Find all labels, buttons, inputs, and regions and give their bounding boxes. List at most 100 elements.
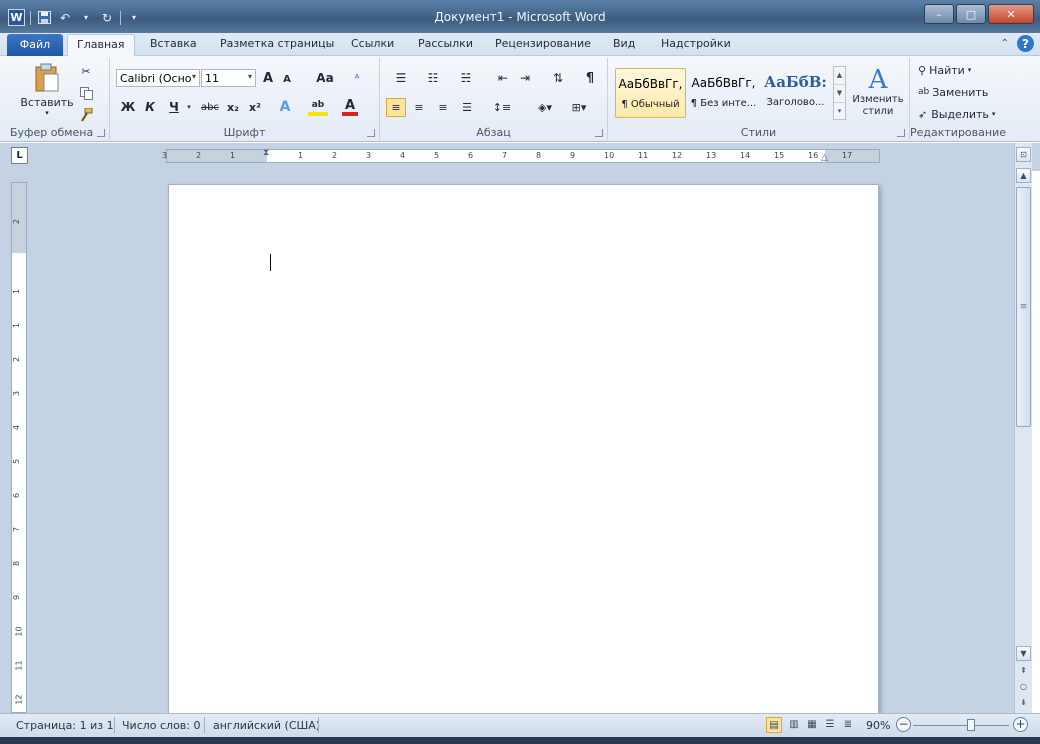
print-layout-icon[interactable]: ▤ [766, 717, 782, 733]
zoom-out-button[interactable]: − [896, 717, 911, 732]
tab-addins[interactable]: Надстройки [661, 37, 731, 50]
font-name-combo[interactable]: Calibri (Осно ▾ [116, 69, 200, 87]
previous-page-icon[interactable]: ⇞ [1016, 664, 1031, 679]
style-preview: АаБбВвГг, [618, 77, 683, 91]
status-language[interactable]: английский (США) [213, 719, 320, 732]
change-styles-button[interactable]: A Изменить стили [850, 60, 906, 124]
tab-page-layout[interactable]: Разметка страницы [220, 37, 334, 50]
scroll-up-icon[interactable]: ▲ [1016, 168, 1031, 183]
tab-references[interactable]: Ссылки [351, 37, 394, 50]
select-button[interactable]: ➶ Выделить ▾ [918, 105, 995, 123]
group-font: Calibri (Осно ▾ 11 ▾ A A Aa ᴬ Ж К Ч ▾ ab… [110, 58, 380, 140]
multilevel-list-icon[interactable]: ☵ [452, 69, 480, 87]
shrink-font-button[interactable]: A [280, 71, 294, 87]
clipboard-launcher-icon[interactable] [97, 129, 105, 137]
gallery-more-icon[interactable]: ▾ [834, 103, 845, 121]
style-normal[interactable]: АаБбВвГг, ¶ Обычный [615, 68, 686, 118]
minimize-ribbon-icon[interactable]: ⌃ [1001, 38, 1009, 49]
web-layout-icon[interactable]: ▦ [804, 717, 820, 733]
underline-button[interactable]: Ч [166, 98, 182, 116]
change-case-button[interactable]: Aa [314, 69, 336, 87]
maximize-button[interactable]: □ [956, 4, 986, 24]
tab-insert[interactable]: Вставка [150, 37, 197, 50]
draft-icon[interactable]: ≣ [840, 717, 856, 733]
paste-button[interactable]: Вставить ▾ [20, 60, 74, 120]
zoom-level[interactable]: 90% [866, 719, 890, 732]
gallery-up-icon[interactable]: ▲ [834, 67, 845, 85]
next-page-icon[interactable]: ⇟ [1016, 696, 1031, 711]
grow-font-button[interactable]: A [260, 69, 276, 87]
scroll-down-icon[interactable]: ▼ [1016, 646, 1031, 661]
bullets-icon[interactable]: ☰ [388, 69, 414, 87]
tab-file[interactable]: Файл [7, 34, 63, 56]
close-button[interactable]: ✕ [988, 4, 1034, 24]
find-button[interactable]: ⚲ Найти ▾ [918, 61, 971, 79]
outline-icon[interactable]: ☰ [822, 717, 838, 733]
zoom-in-button[interactable]: + [1013, 717, 1028, 732]
format-painter-icon[interactable] [77, 106, 95, 124]
cut-icon[interactable]: ✂ [77, 62, 95, 80]
status-bar: Страница: 1 из 1 Число слов: 0 английски… [0, 713, 1040, 737]
gallery-down-icon[interactable]: ▼ [834, 85, 845, 103]
style-name: Заголово... [766, 97, 825, 108]
clear-formatting-button[interactable]: ᴬ [346, 69, 368, 87]
style-heading-1[interactable]: АаБбВ: Заголово... [760, 68, 831, 118]
indent-marker-icon[interactable]: ⧗ [263, 148, 269, 158]
document-page[interactable] [168, 184, 879, 713]
replace-button[interactable]: ab Заменить [918, 83, 988, 101]
italic-button[interactable]: К [142, 98, 158, 116]
vertical-ruler[interactable]: 2112345678910111213 [11, 182, 27, 713]
line-spacing-icon[interactable]: ↕≡ [488, 98, 516, 117]
paragraph-launcher-icon[interactable] [595, 129, 603, 137]
superscript-button[interactable]: x² [246, 98, 264, 116]
bold-button[interactable]: Ж [120, 98, 136, 116]
strikethrough-button[interactable]: abc [200, 98, 220, 116]
justify-icon[interactable]: ☰ [458, 98, 476, 117]
ruler-number: 2 [332, 151, 338, 160]
text-effects-button[interactable]: A [276, 98, 294, 116]
zoom-slider-thumb[interactable] [966, 719, 975, 731]
font-launcher-icon[interactable] [367, 129, 375, 137]
underline-dropdown-icon[interactable]: ▾ [184, 98, 194, 116]
increase-indent-icon[interactable]: ⇥ [516, 69, 534, 87]
tab-home[interactable]: Главная [67, 34, 135, 57]
borders-icon[interactable]: ⊞▾ [564, 98, 594, 117]
tab-review[interactable]: Рецензирование [495, 37, 591, 50]
ruler-number: 9 [570, 151, 576, 160]
styles-launcher-icon[interactable] [897, 129, 905, 137]
ruler-number: 3 [366, 151, 372, 160]
tab-view[interactable]: Вид [613, 37, 635, 50]
font-color-button[interactable]: A [342, 98, 358, 116]
align-center-icon[interactable]: ≡ [410, 98, 428, 117]
copy-icon[interactable] [77, 84, 95, 102]
style-no-spacing[interactable]: АаБбВвГг, ¶ Без инте... [688, 68, 759, 118]
help-icon[interactable]: ? [1017, 35, 1034, 52]
minimize-button[interactable]: – [924, 4, 954, 24]
text-cursor [270, 254, 271, 271]
sort-icon[interactable]: ⇅ [548, 69, 568, 87]
view-ruler-icon[interactable]: ⊡ [1016, 147, 1031, 162]
numbering-icon[interactable]: ☷ [420, 69, 446, 87]
full-screen-reading-icon[interactable]: ▥ [786, 717, 802, 733]
horizontal-ruler[interactable]: 3 2 1 1 2 3 4 5 6 7 8 9 10 11 12 13 14 15 16 17 ⧗ △ [162, 148, 880, 163]
align-right-icon[interactable]: ≡ [434, 98, 452, 117]
right-indent-marker-icon[interactable]: △ [821, 153, 828, 163]
status-word-count[interactable]: Число слов: 0 [122, 719, 201, 732]
zoom-slider-track[interactable] [913, 725, 1009, 726]
vruler-number: 10 [14, 626, 24, 637]
replace-icon: ab [918, 87, 930, 97]
tab-mailings[interactable]: Рассылки [418, 37, 473, 50]
highlight-button[interactable]: ab [308, 98, 328, 116]
browse-object-icon[interactable]: ○ [1016, 680, 1031, 695]
show-formatting-button[interactable]: ¶ [582, 69, 598, 87]
vertical-scrollbar[interactable]: ⊡ ▲ ≡ ▼ ⇞ ○ ⇟ [1014, 143, 1032, 713]
scroll-thumb[interactable]: ≡ [1016, 187, 1031, 427]
status-page[interactable]: Страница: 1 из 1 [16, 719, 114, 732]
tab-selector-button[interactable]: L [11, 147, 28, 164]
decrease-indent-icon[interactable]: ⇤ [494, 69, 512, 87]
subscript-button[interactable]: x₂ [224, 98, 242, 116]
shading-icon[interactable]: ◈▾ [530, 98, 560, 117]
title-bar: W ↶ ▾ ↻ ▾ Документ1 - Microsoft Word – □… [0, 0, 1040, 33]
align-left-icon[interactable]: ≡ [386, 98, 406, 117]
font-size-combo[interactable]: 11 ▾ [201, 69, 256, 87]
